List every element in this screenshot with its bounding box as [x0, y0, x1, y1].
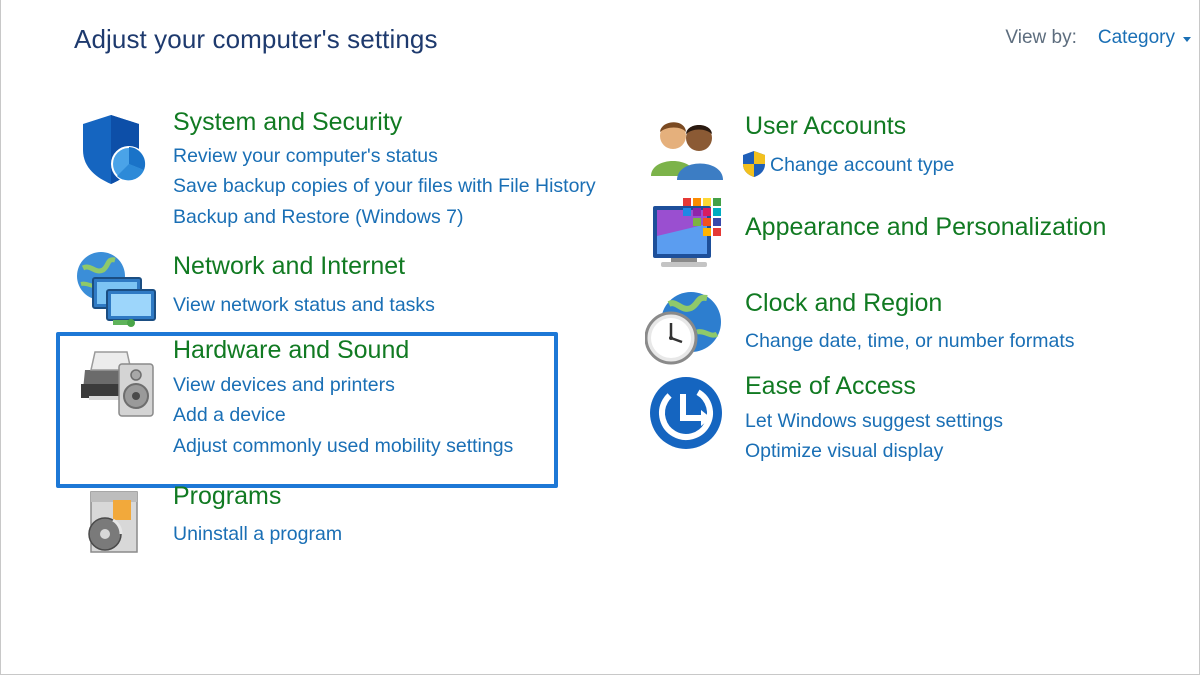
printer-speaker-icon[interactable] — [75, 346, 159, 423]
monitor-palette-icon[interactable] — [649, 196, 727, 279]
chevron-down-icon[interactable] — [1183, 36, 1191, 42]
view-by-label: View by: — [1005, 27, 1077, 48]
category-hardware-and-sound[interactable]: Hardware and Sound — [173, 336, 409, 365]
link-view-network-status[interactable]: View network status and tasks — [173, 294, 435, 317]
link-change-date-time-formats[interactable]: Change date, time, or number formats — [745, 330, 1075, 353]
category-appearance-and-personalization[interactable]: Appearance and Personalization — [745, 213, 1106, 242]
shield-icon[interactable] — [77, 112, 151, 191]
link-change-account-type[interactable]: Change account type — [770, 154, 954, 177]
control-panel-window: Adjust your computer's settings View by:… — [0, 0, 1200, 675]
category-user-accounts[interactable]: User Accounts — [745, 112, 906, 141]
uac-shield-icon — [741, 150, 767, 183]
link-mobility-settings[interactable]: Adjust commonly used mobility settings — [173, 435, 513, 458]
link-add-a-device[interactable]: Add a device — [173, 404, 286, 427]
link-view-devices-and-printers[interactable]: View devices and printers — [173, 374, 395, 397]
view-by-dropdown[interactable]: Category — [1098, 27, 1175, 49]
globe-clock-icon[interactable] — [644, 290, 725, 371]
link-review-computer-status[interactable]: Review your computer's status — [173, 145, 438, 168]
ease-of-access-icon[interactable] — [649, 376, 723, 455]
link-optimize-visual-display[interactable]: Optimize visual display — [745, 440, 943, 463]
view-by-control: View by: Category — [1005, 27, 1191, 49]
network-icon[interactable] — [73, 250, 157, 335]
category-system-and-security[interactable]: System and Security — [173, 108, 402, 137]
page-title: Adjust your computer's settings — [74, 24, 438, 54]
category-network-and-internet[interactable]: Network and Internet — [173, 252, 405, 281]
users-icon[interactable] — [649, 116, 725, 187]
programs-icon[interactable] — [83, 490, 147, 561]
category-clock-and-region[interactable]: Clock and Region — [745, 289, 942, 318]
link-backup-and-restore[interactable]: Backup and Restore (Windows 7) — [173, 206, 463, 229]
category-programs[interactable]: Programs — [173, 482, 281, 511]
link-uninstall-a-program[interactable]: Uninstall a program — [173, 523, 342, 546]
category-ease-of-access[interactable]: Ease of Access — [745, 372, 916, 401]
link-save-backup-copies[interactable]: Save backup copies of your files with Fi… — [173, 175, 596, 198]
link-let-windows-suggest-settings[interactable]: Let Windows suggest settings — [745, 410, 1003, 433]
